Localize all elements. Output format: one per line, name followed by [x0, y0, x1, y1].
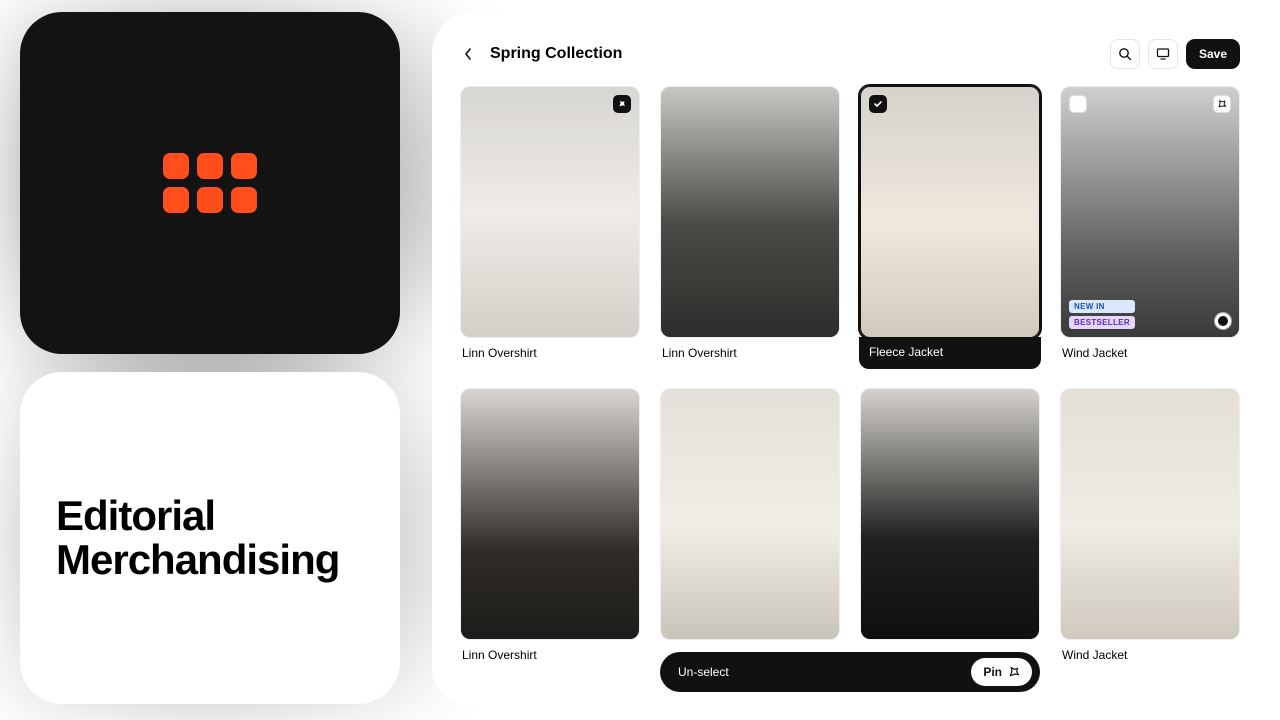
monitor-icon: [1156, 47, 1170, 61]
checkbox-unchecked-icon[interactable]: [1069, 95, 1087, 113]
product-thumb: NEW IN BESTSELLER: [1060, 86, 1240, 338]
app-header: Spring Collection Save: [460, 40, 1240, 68]
product-card[interactable]: [660, 388, 840, 662]
pin-outline-icon[interactable]: [1213, 95, 1231, 113]
product-thumb: [660, 86, 840, 338]
product-card[interactable]: Linn Overshirt: [660, 86, 840, 368]
pin-icon: [1008, 666, 1020, 678]
grid-logo-icon: [163, 153, 257, 213]
product-thumb: [860, 86, 1040, 338]
unselect-button[interactable]: Un-select: [678, 665, 729, 679]
pin-button-label: Pin: [983, 665, 1002, 679]
search-icon: [1118, 47, 1132, 61]
color-swatch[interactable]: [1215, 313, 1231, 329]
product-thumb: [660, 388, 840, 640]
product-name: Wind Jacket: [1062, 648, 1238, 662]
checkbox-checked-icon[interactable]: [869, 95, 887, 113]
app-panel: Spring Collection Save: [432, 12, 1268, 708]
badge-bestseller: BESTSELLER: [1069, 316, 1135, 329]
page-title: Spring Collection: [490, 45, 622, 63]
save-button[interactable]: Save: [1186, 39, 1240, 69]
product-name: Wind Jacket: [1062, 346, 1238, 360]
promo-title: Editorial Merchandising: [56, 494, 339, 582]
selection-action-bar: Un-select Pin: [660, 652, 1040, 692]
product-thumb: [460, 86, 640, 338]
product-badges: NEW IN BESTSELLER: [1069, 300, 1135, 329]
product-card[interactable]: Linn Overshirt: [460, 86, 640, 368]
search-button[interactable]: [1110, 39, 1140, 69]
product-name: Linn Overshirt: [662, 346, 838, 360]
product-card[interactable]: Wind Jacket: [1060, 388, 1240, 662]
product-thumb: [1060, 388, 1240, 640]
badge-new-in: NEW IN: [1069, 300, 1135, 313]
display-button[interactable]: [1148, 39, 1178, 69]
product-card[interactable]: NEW IN BESTSELLER Wind Jacket: [1060, 86, 1240, 368]
brand-tile: [20, 12, 400, 354]
product-grid: Linn Overshirt Linn Overshirt Fleece Jac…: [460, 86, 1240, 662]
promo-tile: Editorial Merchandising: [20, 372, 400, 704]
pin-button[interactable]: Pin: [971, 658, 1032, 686]
product-card[interactable]: [860, 388, 1040, 662]
back-button[interactable]: [460, 46, 476, 62]
chevron-left-icon: [463, 47, 473, 61]
pin-icon[interactable]: [613, 95, 631, 113]
product-card[interactable]: Fleece Jacket: [860, 86, 1040, 368]
product-thumb: [860, 388, 1040, 640]
product-name: Linn Overshirt: [462, 346, 638, 360]
product-name: Fleece Jacket: [869, 345, 1031, 359]
product-card[interactable]: Linn Overshirt: [460, 388, 640, 662]
save-button-label: Save: [1199, 47, 1227, 61]
product-name: Linn Overshirt: [462, 648, 638, 662]
product-thumb: [460, 388, 640, 640]
